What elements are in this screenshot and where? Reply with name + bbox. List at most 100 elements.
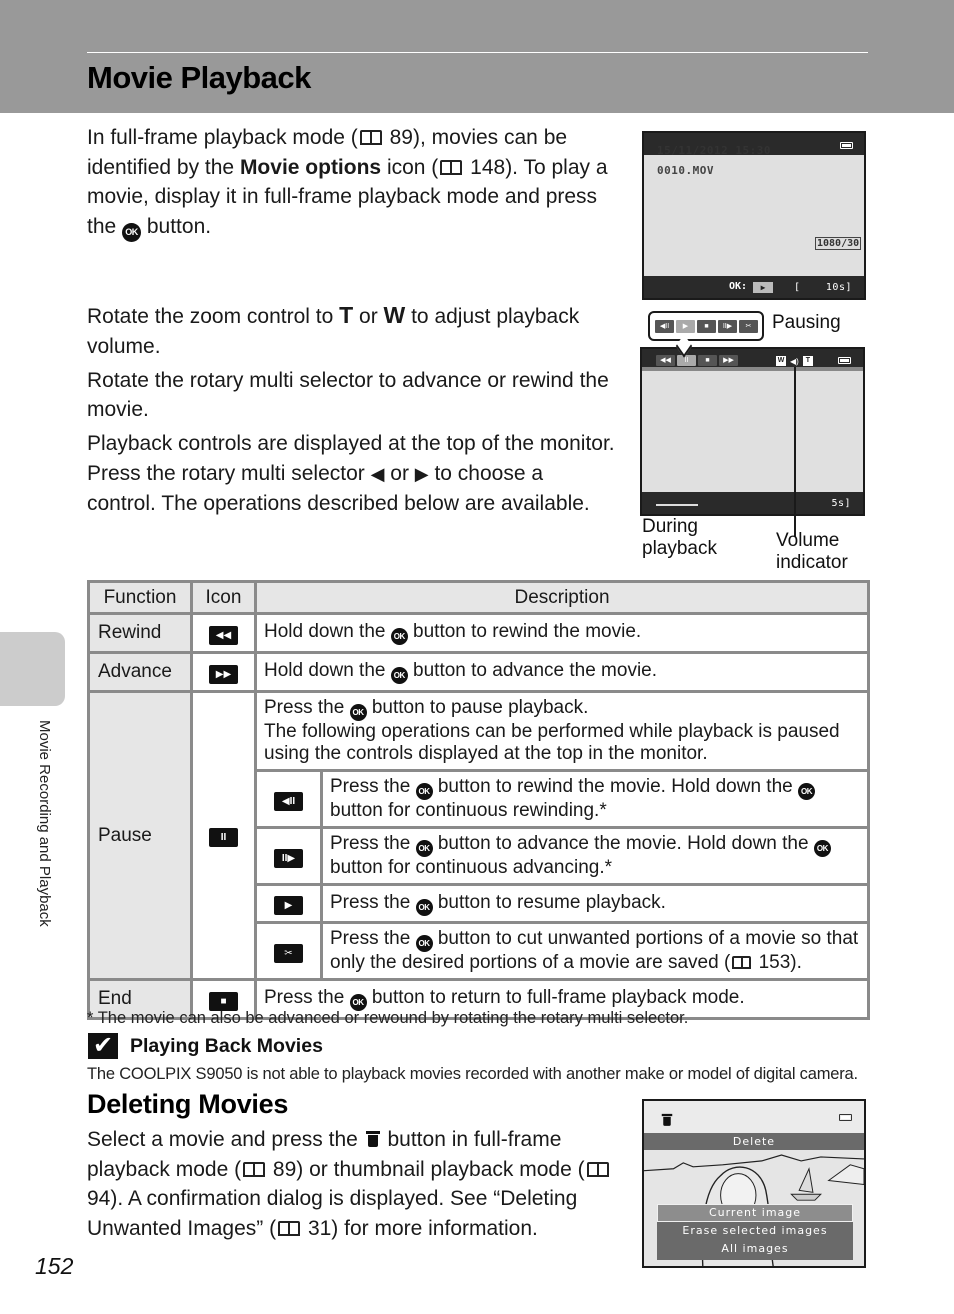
book-reference-icon [586,1161,609,1177]
ok-button-icon: OK [122,222,142,242]
description-cell: Press the OK button to pause playback. T… [254,690,870,772]
desc-text: button to advance the movie. Hold down t… [432,833,814,854]
book-reference-icon [359,130,382,145]
tele-label: T [339,302,354,328]
intro-text: icon ( [381,155,439,179]
chapter-label: Movie Recording and Playback [36,720,53,927]
header-description: Description [254,580,870,615]
volume-indicator: W ◀) T [776,356,813,366]
desc-text: button to rewind the movie. [407,621,642,642]
table-header-row: Function Icon Description [87,580,870,615]
chapter-tab [0,632,65,706]
speaker-icon: ◀) [790,356,799,366]
stop-control: ■ [697,320,716,333]
frame-rewind-control: ◀II [655,320,674,333]
frame-advance-control: II▶ [718,320,737,333]
sub-icon-cell: II▶ [254,826,323,886]
sub-description-cell: Press the OK button to resume playback. [320,883,870,924]
page-title: Movie Playback [87,60,311,95]
table-row-rewind: Rewind ◀◀ Hold down the OK button to rew… [87,612,870,654]
deleting-text: Select a movie and press the [87,1128,364,1151]
desc-text: The following operations can be performe… [264,721,840,764]
sub-icon-cell: ✂ [254,921,323,981]
page-ref[interactable]: 89 [390,126,413,149]
icon-cell: ◀◀ [190,612,257,654]
desc-text: Press the [330,891,416,913]
headland [827,1164,864,1185]
header-band [0,0,954,113]
instructions: Rotate the zoom control to T or W to adj… [87,301,617,523]
page-ref[interactable]: 148 [470,156,505,179]
deleting-text: ) for more information. [331,1216,538,1240]
mountain-line [644,1154,864,1172]
menu-item-erase-selected[interactable]: Erase selected images [657,1222,853,1240]
delete-title-bar: Delete [644,1133,864,1150]
right-arrow-icon: ▶ [414,463,429,484]
menu-item-current-image[interactable]: Current image [657,1204,853,1222]
frame-rewind-icon: ◀II [274,791,303,811]
desc-text: button to pause playback. [366,697,589,718]
table-row-pause: Pause II Press the OK button to pause pl… [87,690,870,981]
note-heading: ✔ Playing Back Movies [88,1033,323,1059]
during-playback-label: During playback [642,516,717,560]
wide-icon: W [776,356,786,366]
rewind-control: ◀◀ [656,355,675,366]
wide-label: W [383,302,406,328]
label-line: During [642,516,698,537]
label-line: playback [642,538,717,559]
resume-control: ▶ [676,320,695,333]
screen-topbar [644,1101,864,1133]
desc-text: button to return to full-frame playback … [366,987,745,1008]
pause-icon: II [209,828,238,847]
sailboat-sail [798,1167,814,1193]
sub-icon-cell: ▶ [254,883,323,924]
page-ref[interactable]: 94 [87,1187,110,1210]
function-cell: Pause [87,690,193,981]
movie-length: 10s] [825,282,852,293]
playback-progress [656,504,698,506]
intro-text: In full-frame playback mode ( [87,126,358,149]
page-ref[interactable]: 31 [308,1217,331,1240]
camera-screen-playback: ◀◀ II ■ ▶▶ W ◀) T 5s] [640,347,865,516]
ok-button-icon: OK [797,783,815,800]
advance-icon: ▶▶ [209,664,238,684]
desc-text: ). [790,952,802,973]
sailboat-hull [790,1193,822,1201]
frame-advance-icon: II▶ [274,848,303,868]
pausing-controls-callout: ◀II ▶ ■ II▶ ✂ [648,311,764,341]
delete-menu: Current image Erase selected images All … [657,1204,853,1260]
header-function: Function [87,580,193,615]
instruction-controls: Playback controls are displayed at the t… [87,429,617,519]
instruction-volume: Rotate the zoom control to T or W to adj… [87,301,617,361]
page-number: 152 [35,1253,74,1279]
desc-text: button to rewind the movie. Hold down th… [432,776,798,797]
section-title-deleting: Deleting Movies [87,1089,289,1119]
tele-icon: T [802,356,813,366]
note-title: Playing Back Movies [130,1034,323,1057]
deleting-paragraph: Select a movie and press the button in f… [87,1125,632,1243]
book-reference-icon [278,1220,301,1236]
desc-text: Press the [330,833,416,854]
battery-icon [840,142,853,149]
instruction-text: or [384,461,415,485]
trash-icon [661,1112,673,1126]
desc-text: Hold down the [264,660,391,681]
ok-button-icon: OK [415,898,433,916]
desc-text: Press the [330,928,416,949]
page-ref[interactable]: 153 [759,952,791,973]
instruction-text: Rotate the zoom control to [87,305,340,328]
desc-text: Press the [330,776,416,797]
ok-button-icon: OK [415,783,433,800]
intro-paragraph: In full-frame playback mode ( 89), movie… [87,123,617,242]
footnote: * The movie can also be advanced or rewo… [87,1009,689,1027]
scissors-icon: ✂ [274,943,303,963]
page-ref[interactable]: 89 [273,1158,296,1181]
trash-icon [365,1129,380,1148]
desc-text: button for continuous rewinding.* [330,800,607,821]
movie-options-icon: 1080/30 [815,237,862,250]
header-icon: Icon [190,580,257,615]
menu-item-all-images[interactable]: All images [657,1240,853,1258]
pause-control-row: ◀II ▶ ■ II▶ ✂ [655,320,758,333]
desc-text: Hold down the [264,621,391,642]
intro-text: button. [141,214,212,238]
